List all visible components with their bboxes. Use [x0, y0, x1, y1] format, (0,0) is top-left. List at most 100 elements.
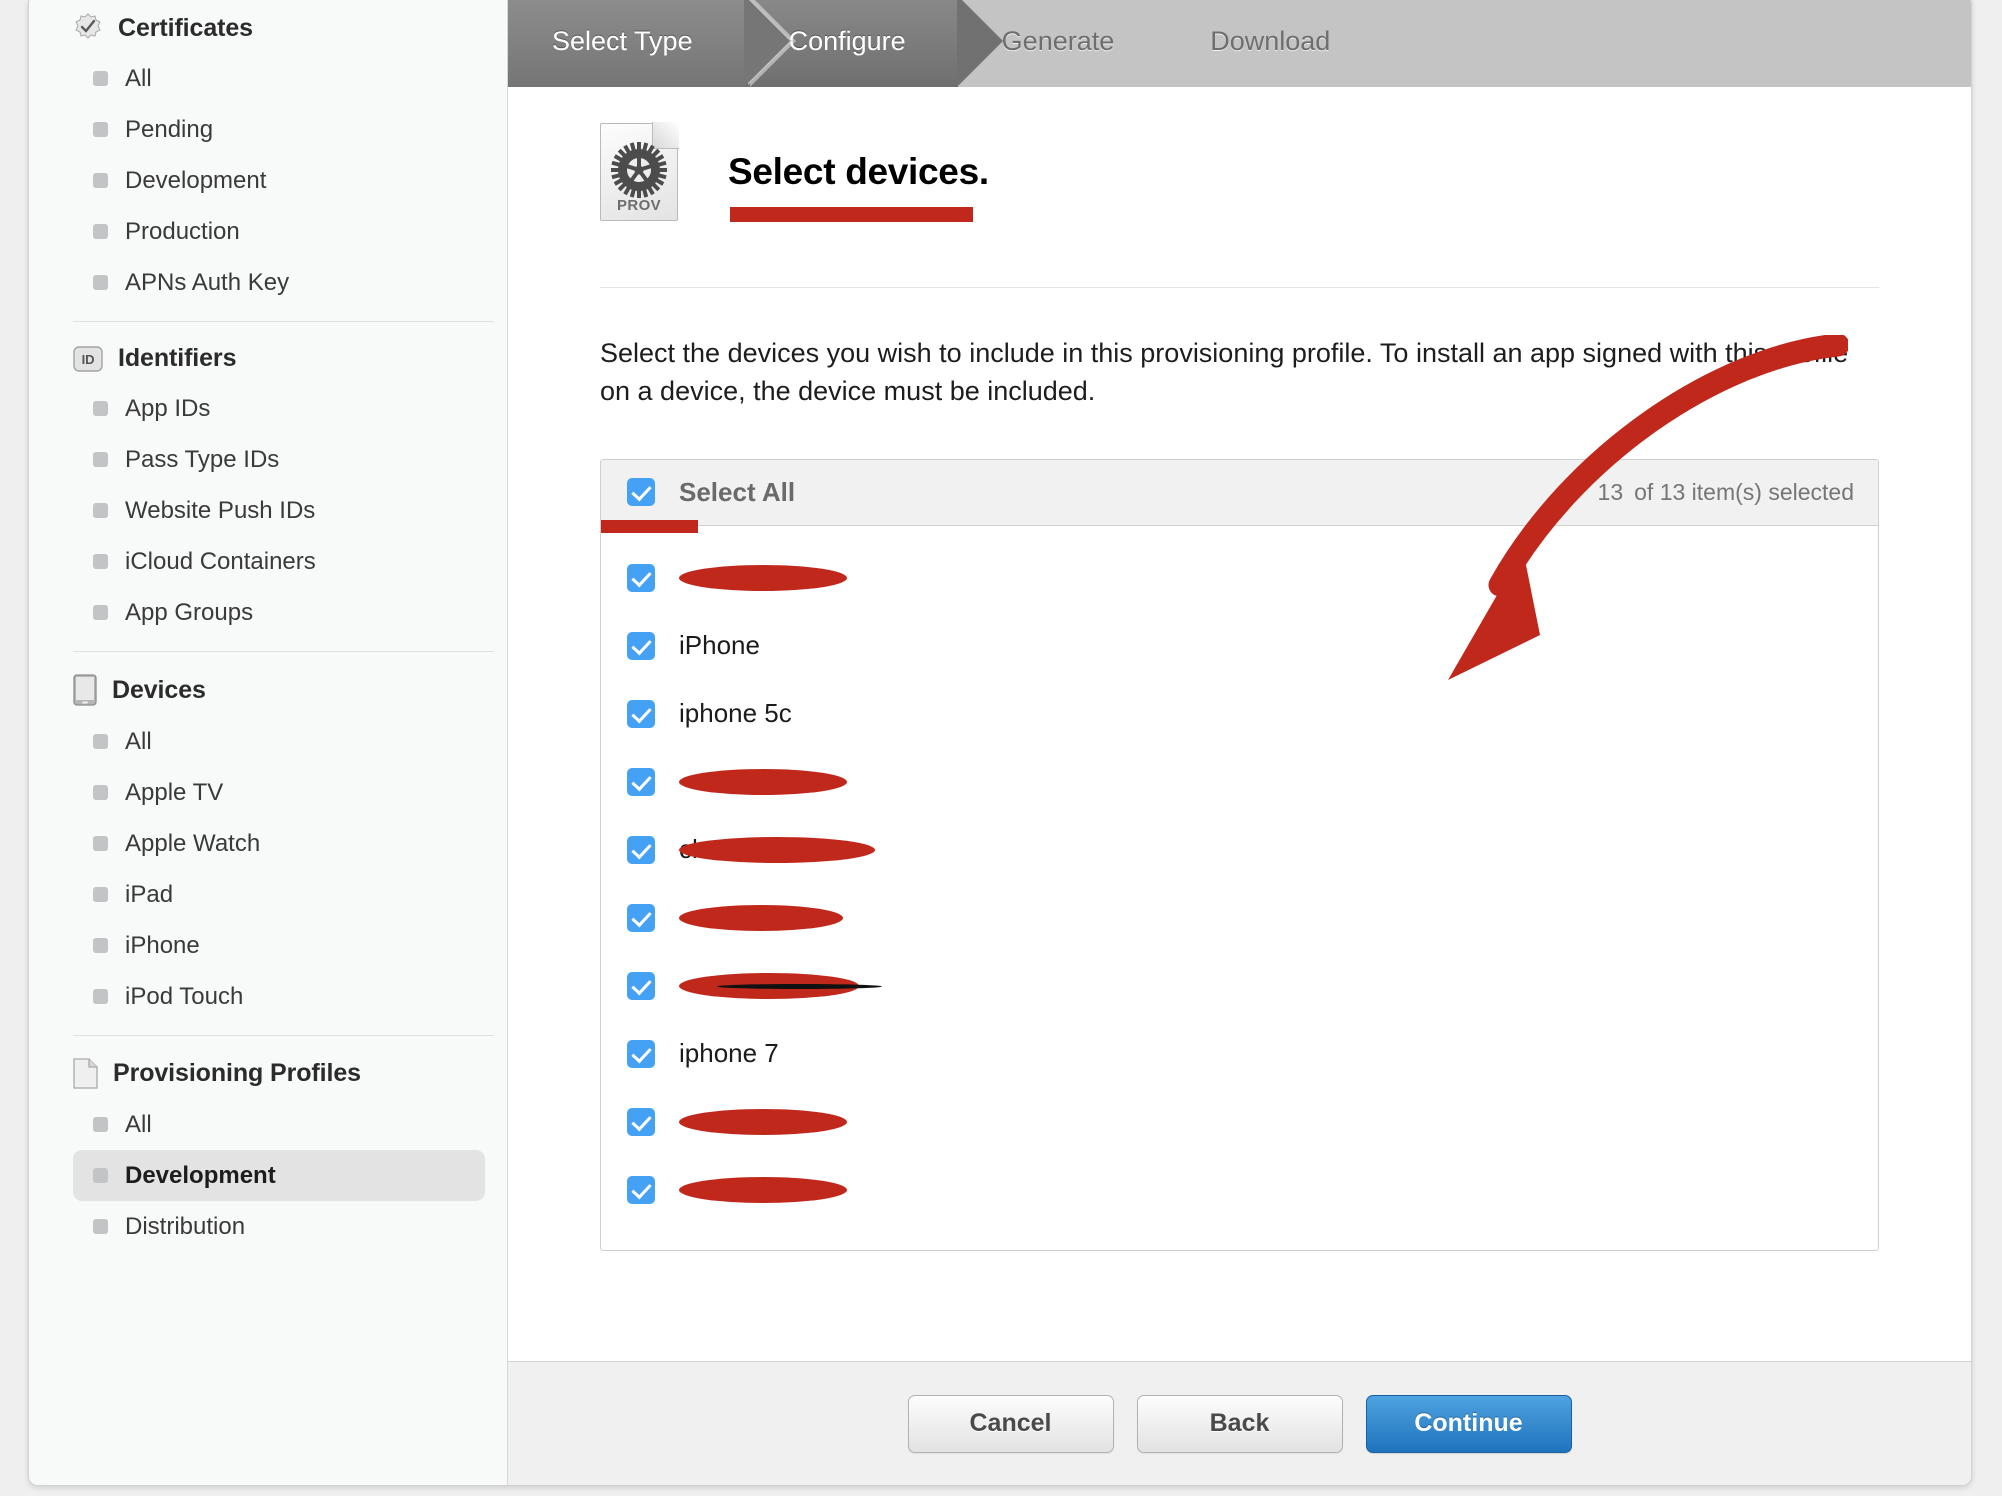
sidebar-item-devices-apple-watch[interactable]: Apple Watch — [73, 818, 485, 869]
sidebar-item-certificates-development[interactable]: Development — [73, 155, 485, 206]
wizard-step-download[interactable]: Download — [1166, 0, 1382, 87]
device-name-label: iphone 5c — [679, 698, 792, 729]
device-row[interactable] — [601, 544, 1878, 612]
bullet-icon — [93, 1117, 108, 1132]
sidebar-item-label: Development — [125, 166, 267, 194]
wizard-step-label: Select Type — [552, 25, 693, 56]
sidebar-item-label: Development — [125, 1161, 276, 1189]
sidebar-item-label: Apple TV — [125, 778, 224, 806]
wizard-step-select-type[interactable]: Select Type — [508, 0, 790, 87]
redaction-annotation — [679, 836, 875, 863]
sidebar-item-provisioning-profiles-development[interactable]: Development — [73, 1150, 485, 1201]
device-checkbox[interactable] — [627, 835, 655, 864]
sidebar-group-title: Certificates — [118, 13, 253, 42]
sidebar-item-label: App IDs — [125, 394, 211, 422]
sidebar-item-certificates-all[interactable]: All — [73, 53, 485, 104]
device-row[interactable]: iphone 5c — [601, 680, 1878, 748]
sidebar-item-label: iPod Touch — [125, 982, 244, 1010]
device-row[interactable] — [601, 1156, 1878, 1224]
sidebar-item-devices-all[interactable]: All — [73, 716, 485, 767]
sidebar-item-provisioning-profiles-distribution[interactable]: Distribution — [73, 1201, 485, 1252]
device-checkbox[interactable] — [627, 563, 655, 592]
sidebar-group-header-certificates: Certificates — [29, 3, 507, 53]
device-checkbox[interactable] — [627, 1107, 655, 1136]
sidebar-group-title: Identifiers — [118, 344, 237, 372]
sidebar-item-label: Pending — [125, 115, 214, 143]
device-row[interactable] — [601, 1088, 1878, 1156]
bullet-icon — [93, 734, 108, 749]
bullet-icon — [93, 887, 108, 902]
bullet-icon — [93, 401, 108, 416]
bullet-icon — [93, 275, 108, 290]
device-name-label: iphone 7 — [679, 1038, 779, 1069]
device-row[interactable] — [601, 748, 1878, 816]
device-name-label: iPhone — [679, 630, 760, 661]
document-icon — [73, 1058, 98, 1089]
sidebar-item-certificates-pending[interactable]: Pending — [73, 104, 485, 155]
header-divider — [600, 287, 1879, 288]
selected-count-text: of 13 item(s) selected — [1634, 478, 1854, 505]
device-row[interactable]: iphone 7 — [601, 1020, 1878, 1088]
select-all-red-underline-annotation — [601, 519, 698, 533]
device-list-rows: iPhone iphone 5c ch iphone 7 — [601, 526, 1878, 1250]
bullet-icon — [93, 224, 108, 239]
prov-icon-label: PROV — [616, 197, 662, 214]
wizard-steps: Select Type Configure Generate Download — [508, 0, 1971, 87]
bullet-icon — [93, 989, 108, 1004]
page-body: PROV Select devices. Select the devices … — [508, 87, 1971, 1361]
sidebar-item-certificates-production[interactable]: Production — [73, 206, 485, 257]
content-area: Select Type Configure Generate Download — [508, 0, 1971, 1485]
sidebar-item-devices-iphone[interactable]: iPhone — [73, 920, 485, 971]
sidebar-item-identifiers-pass-type-ids[interactable]: Pass Type IDs — [73, 434, 485, 485]
selection-count: 13 of 13 item(s) selected — [1598, 479, 1854, 506]
sidebar-item-certificates-apns-auth-key[interactable]: APNs Auth Key — [73, 257, 485, 308]
device-row[interactable]: iPhone — [601, 612, 1878, 680]
device-checkbox[interactable] — [627, 699, 655, 728]
sidebar-item-identifiers-website-push-ids[interactable]: Website Push IDs — [73, 485, 485, 536]
sidebar-item-label: iPhone — [125, 931, 200, 959]
sidebar-item-label: All — [125, 727, 152, 755]
sidebar-item-devices-ipod-touch[interactable]: iPod Touch — [73, 971, 485, 1022]
back-button[interactable]: Back — [1136, 1394, 1343, 1453]
sidebar-group-provisioning-profiles: Provisioning Profiles All Development Di… — [29, 1048, 507, 1252]
page-header: PROV Select devices. — [508, 87, 1971, 222]
device-checkbox[interactable] — [627, 1175, 655, 1204]
device-row[interactable] — [601, 884, 1878, 952]
bullet-icon — [93, 173, 108, 188]
sidebar-item-devices-apple-tv[interactable]: Apple TV — [73, 767, 485, 818]
bullet-icon — [93, 938, 108, 953]
bullet-icon — [93, 503, 108, 518]
selected-count-number: 13 — [1597, 478, 1624, 505]
device-checkbox[interactable] — [627, 631, 655, 660]
wizard-step-label: Download — [1210, 25, 1331, 56]
device-checkbox[interactable] — [627, 903, 655, 932]
device-checkbox[interactable] — [627, 1039, 655, 1068]
bullet-icon — [93, 71, 108, 86]
sidebar-item-devices-ipad[interactable]: iPad — [73, 869, 485, 920]
device-row[interactable] — [601, 952, 1878, 1020]
select-all-checkbox[interactable] — [627, 478, 655, 507]
continue-button[interactable]: Continue — [1365, 1394, 1572, 1453]
cancel-button[interactable]: Cancel — [907, 1394, 1114, 1453]
device-checkbox[interactable] — [627, 971, 655, 1000]
redaction-annotation — [679, 564, 847, 591]
device-checkbox[interactable] — [627, 767, 655, 796]
sidebar-item-identifiers-app-groups[interactable]: App Groups — [73, 587, 485, 638]
gear-icon — [611, 142, 667, 198]
wizard-footer: Cancel Back Continue — [508, 1361, 1971, 1485]
wizard-step-label: Generate — [1001, 25, 1115, 56]
sidebar-item-label: Apple Watch — [125, 829, 261, 857]
sidebar-item-label: Production — [125, 217, 240, 245]
page-description: Select the devices you wish to include i… — [600, 338, 1849, 407]
sidebar-group-title: Provisioning Profiles — [113, 1059, 361, 1087]
sidebar-item-identifiers-icloud-containers[interactable]: iCloud Containers — [73, 536, 485, 587]
app-root: Certificates All Pending Development Pro… — [0, 0, 2002, 1496]
sidebar-divider — [73, 1035, 494, 1036]
device-row[interactable]: ch — [601, 816, 1878, 884]
wizard-step-label: Configure — [788, 25, 906, 56]
redaction-annotation — [679, 972, 882, 999]
sidebar-item-label: iPad — [125, 880, 174, 908]
sidebar: Certificates All Pending Development Pro… — [29, 0, 508, 1485]
sidebar-item-identifiers-app-ids[interactable]: App IDs — [73, 383, 485, 434]
sidebar-item-provisioning-profiles-all[interactable]: All — [73, 1099, 485, 1150]
